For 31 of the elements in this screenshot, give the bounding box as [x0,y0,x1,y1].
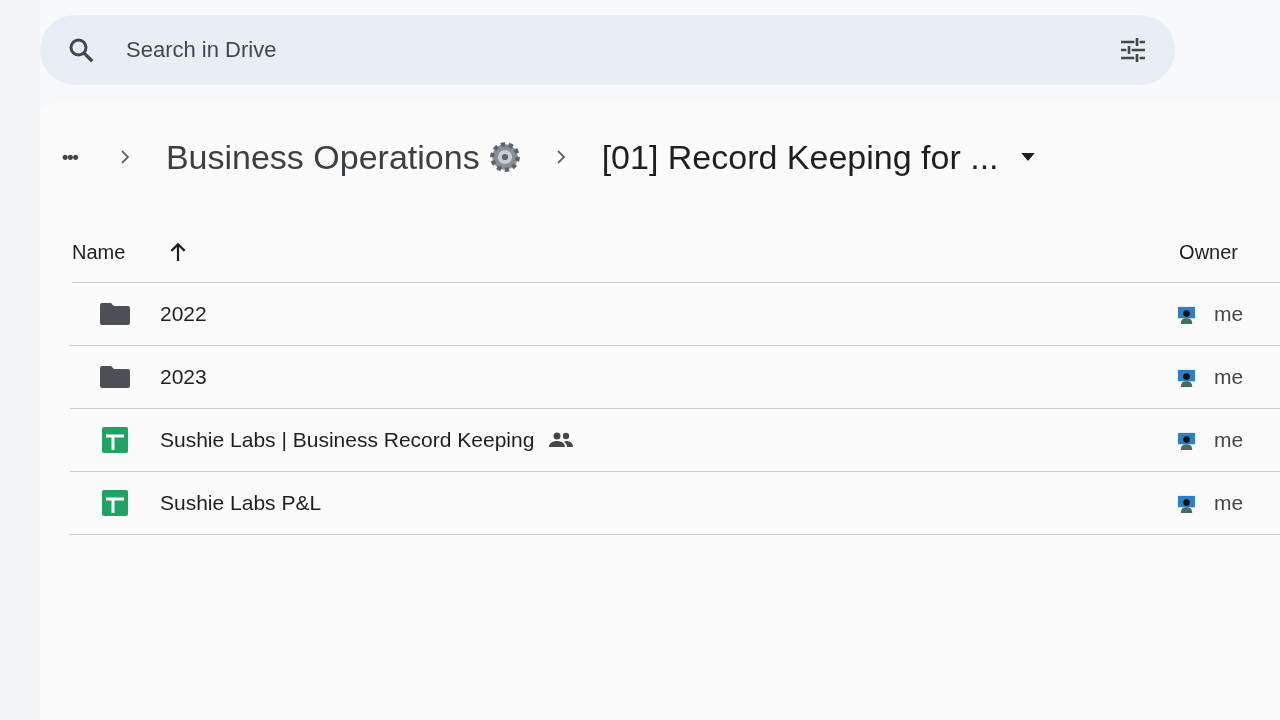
spreadsheet-icon [102,490,128,516]
owner-name: me [1214,491,1244,515]
folder-icon [99,365,131,389]
more-path-button[interactable]: ••• [62,146,78,168]
folder-icon [99,302,131,326]
file-row[interactable]: 2023 me [70,346,1280,409]
owner-name: me [1214,302,1244,326]
file-name: 2022 [160,302,207,326]
file-name: 2023 [160,365,207,389]
name-column-header[interactable]: Name [72,240,126,264]
search-field[interactable]: Search in Drive [124,36,1089,64]
spreadsheet-icon [102,427,128,453]
avatar-icon [1177,304,1196,324]
chevron-right-icon [555,149,566,165]
file-row[interactable]: Sushie Labs P&L me [70,472,1280,535]
file-name: Sushie Labs P&L [160,491,322,515]
file-row[interactable]: Sushie Labs | Business Record Keeping me [70,409,1280,472]
caret-down-icon[interactable] [1020,152,1035,162]
file-name: Sushie Labs | Business Record Keeping [160,428,535,452]
owner-name: me [1214,365,1244,389]
sort-arrow-icon[interactable] [169,242,188,262]
avatar-icon [1177,367,1196,387]
owner-name: me [1214,428,1244,452]
owner-column-header[interactable]: Owner [1179,240,1238,264]
current-folder-button[interactable]: [01] Record Keeping for ... [601,137,999,177]
breadcrumb-link[interactable]: Business Operations [165,137,480,177]
chevron-right-icon [119,149,130,165]
search-bar[interactable]: Search in Drive [40,15,1175,85]
avatar-icon [1177,493,1196,513]
file-row[interactable]: 2022 me [70,283,1280,346]
avatar-icon [1177,430,1196,450]
